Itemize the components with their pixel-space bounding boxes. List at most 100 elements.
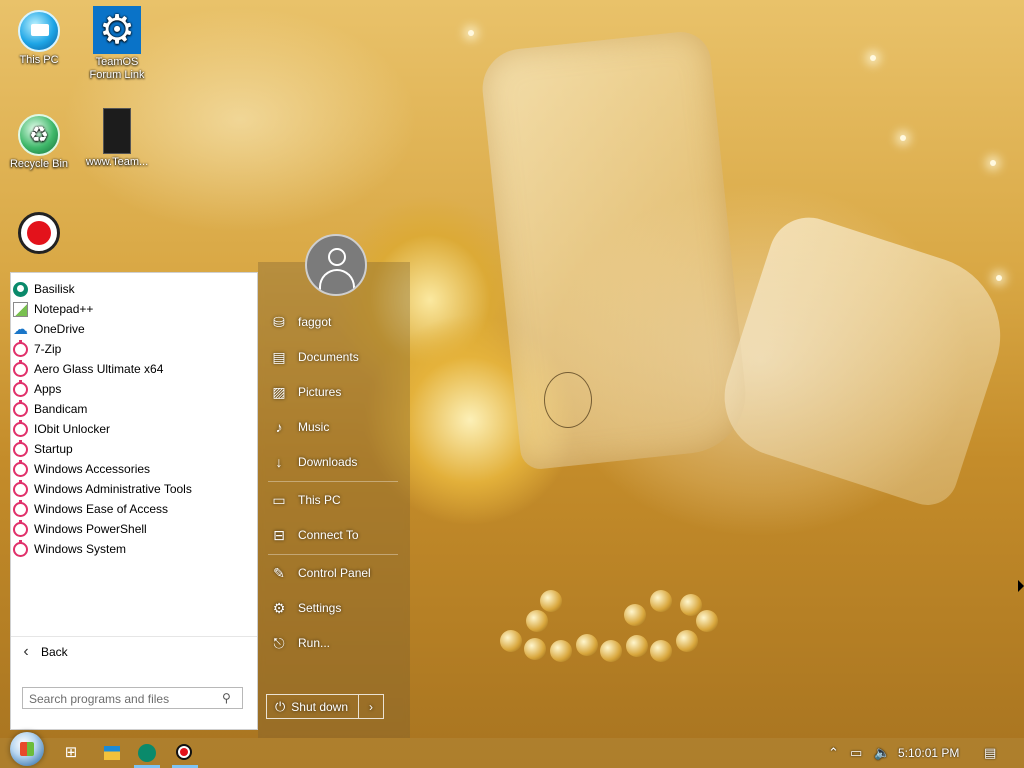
show-hidden-icons-button[interactable]: ⌃: [828, 742, 839, 764]
chevron-left-icon: ‹: [23, 643, 29, 660]
search-icon: ⚲: [222, 691, 231, 705]
program-folder-startup[interactable]: Startup: [11, 439, 257, 459]
action-center-icon[interactable]: ▤: [984, 742, 996, 764]
folder-icon: [13, 459, 28, 477]
desktop-icon-bandicam[interactable]: [2, 212, 76, 256]
computer-icon: ▭: [272, 491, 286, 508]
folder-icon: [13, 439, 28, 457]
program-folder-windows-powershell[interactable]: Windows PowerShell: [11, 519, 257, 539]
program-label: Basilisk: [34, 282, 75, 296]
folder-icon: [13, 519, 28, 537]
back-label: Back: [41, 645, 68, 659]
control-panel-icon: ✎: [273, 564, 285, 581]
program-item-onedrive[interactable]: ☁ OneDrive: [11, 319, 257, 339]
gear-icon: ⚙: [93, 6, 141, 54]
program-item-basilisk[interactable]: Basilisk: [11, 279, 257, 299]
user-avatar[interactable]: [305, 234, 367, 296]
back-button[interactable]: ‹ Back: [11, 636, 257, 667]
downloads-icon: ↓: [275, 454, 283, 470]
folder-icon: [13, 379, 28, 397]
documents-icon: ▤: [272, 348, 286, 365]
user-folder-icon: ⛁: [273, 313, 285, 330]
bandicam-taskbar-button[interactable]: [176, 744, 192, 760]
start-item-user-folder[interactable]: ⛁ faggot: [270, 310, 331, 334]
start-item-label: Downloads: [298, 455, 358, 469]
start-item-connect-to[interactable]: ⊟ Connect To: [270, 523, 359, 547]
file-explorer-button[interactable]: [104, 746, 120, 760]
program-folder-bandicam[interactable]: Bandicam: [11, 399, 257, 419]
start-item-settings[interactable]: ⚙ Settings: [270, 596, 342, 620]
volume-icon[interactable]: 🔈: [874, 742, 890, 764]
start-item-label: Connect To: [298, 528, 359, 542]
program-folder-windows-administrative-tools[interactable]: Windows Administrative Tools: [11, 479, 257, 499]
search-input[interactable]: [27, 689, 221, 709]
onedrive-icon: ☁: [13, 320, 28, 338]
start-menu-program-list: Basilisk Notepad++ ☁ OneDrive 7-Zip Aero …: [10, 272, 258, 730]
start-button[interactable]: [10, 732, 44, 766]
taskbar-clock[interactable]: 5:10:01 PM: [898, 742, 959, 764]
start-item-music[interactable]: ♪ Music: [270, 415, 330, 439]
program-label: Windows PowerShell: [34, 522, 147, 536]
file-icon: [103, 108, 131, 154]
network-icon[interactable]: ▭: [850, 742, 862, 764]
magnifier-cursor: [544, 372, 592, 428]
mouse-cursor: [1018, 580, 1024, 592]
start-item-pictures[interactable]: ▨ Pictures: [270, 380, 341, 404]
shutdown-options-button[interactable]: ›: [359, 695, 383, 718]
music-icon: ♪: [275, 419, 283, 435]
program-folder-windows-ease-of-access[interactable]: Windows Ease of Access: [11, 499, 257, 519]
desktop-icon-team-file[interactable]: www.Team...: [80, 108, 154, 169]
wallpaper-ribbon: [478, 29, 752, 471]
start-item-label: Documents: [298, 350, 359, 364]
desktop-icon-label: Recycle Bin: [9, 158, 69, 170]
separator: [268, 481, 398, 482]
start-item-label: Pictures: [298, 385, 342, 399]
program-folder-windows-accessories[interactable]: Windows Accessories: [11, 459, 257, 479]
folder-icon: [13, 479, 28, 497]
folder-icon: [13, 359, 28, 377]
start-item-this-pc[interactable]: ▭ This PC: [270, 488, 341, 512]
start-item-label: This PC: [298, 493, 341, 507]
start-item-control-panel[interactable]: ✎ Control Panel: [270, 561, 371, 585]
program-folder-7zip[interactable]: 7-Zip: [11, 339, 257, 359]
folder-icon: [13, 539, 28, 557]
program-label: Notepad++: [34, 302, 94, 316]
desktop-icon-this-pc[interactable]: This PC: [2, 10, 76, 67]
basilisk-taskbar-button[interactable]: [138, 744, 156, 762]
desktop-icon-label: TeamOS Forum Link: [89, 56, 145, 81]
shutdown-button[interactable]: ⏻ Shut down: [267, 695, 359, 718]
basilisk-icon: [13, 281, 28, 297]
program-label: Aero Glass Ultimate x64: [34, 362, 164, 376]
start-item-documents[interactable]: ▤ Documents: [270, 345, 359, 369]
start-item-downloads[interactable]: ↓ Downloads: [270, 450, 358, 474]
program-folder-windows-system[interactable]: Windows System: [11, 539, 257, 559]
desktop-icon-recycle-bin[interactable]: ♻ Recycle Bin: [2, 114, 76, 171]
start-item-label: Settings: [298, 601, 342, 615]
program-label: Bandicam: [34, 402, 88, 416]
search-box[interactable]: ⚲: [22, 687, 243, 709]
windows-logo-icon: [20, 742, 34, 756]
power-icon: ⏻: [275, 698, 286, 714]
program-label: Windows Ease of Access: [34, 502, 169, 516]
program-folder-iobit-unlocker[interactable]: IObit Unlocker: [11, 419, 257, 439]
program-label: OneDrive: [34, 322, 85, 336]
program-item-notepad[interactable]: Notepad++: [11, 299, 257, 319]
folder-icon: [13, 419, 28, 437]
program-folder-aero-glass[interactable]: Aero Glass Ultimate x64: [11, 359, 257, 379]
program-label: IObit Unlocker: [34, 422, 111, 436]
recycle-bin-icon: ♻: [18, 114, 60, 156]
start-item-run[interactable]: ⎋ Run...: [270, 631, 330, 655]
folder-icon: [13, 399, 28, 417]
pictures-icon: ▨: [272, 383, 286, 400]
program-label: 7-Zip: [34, 342, 62, 356]
record-icon: [18, 212, 60, 254]
task-view-button[interactable]: ⊞: [60, 742, 82, 764]
shutdown-label: Shut down: [291, 699, 349, 714]
user-head-icon: [328, 248, 346, 266]
program-folder-apps[interactable]: Apps: [11, 379, 257, 399]
program-label: Startup: [34, 442, 73, 456]
user-body-icon: [319, 269, 355, 293]
desktop-icon-teamos-forum-link[interactable]: ⚙ TeamOS Forum Link: [80, 6, 154, 82]
folder-icon: [13, 339, 28, 357]
run-icon: ⎋: [273, 634, 285, 651]
